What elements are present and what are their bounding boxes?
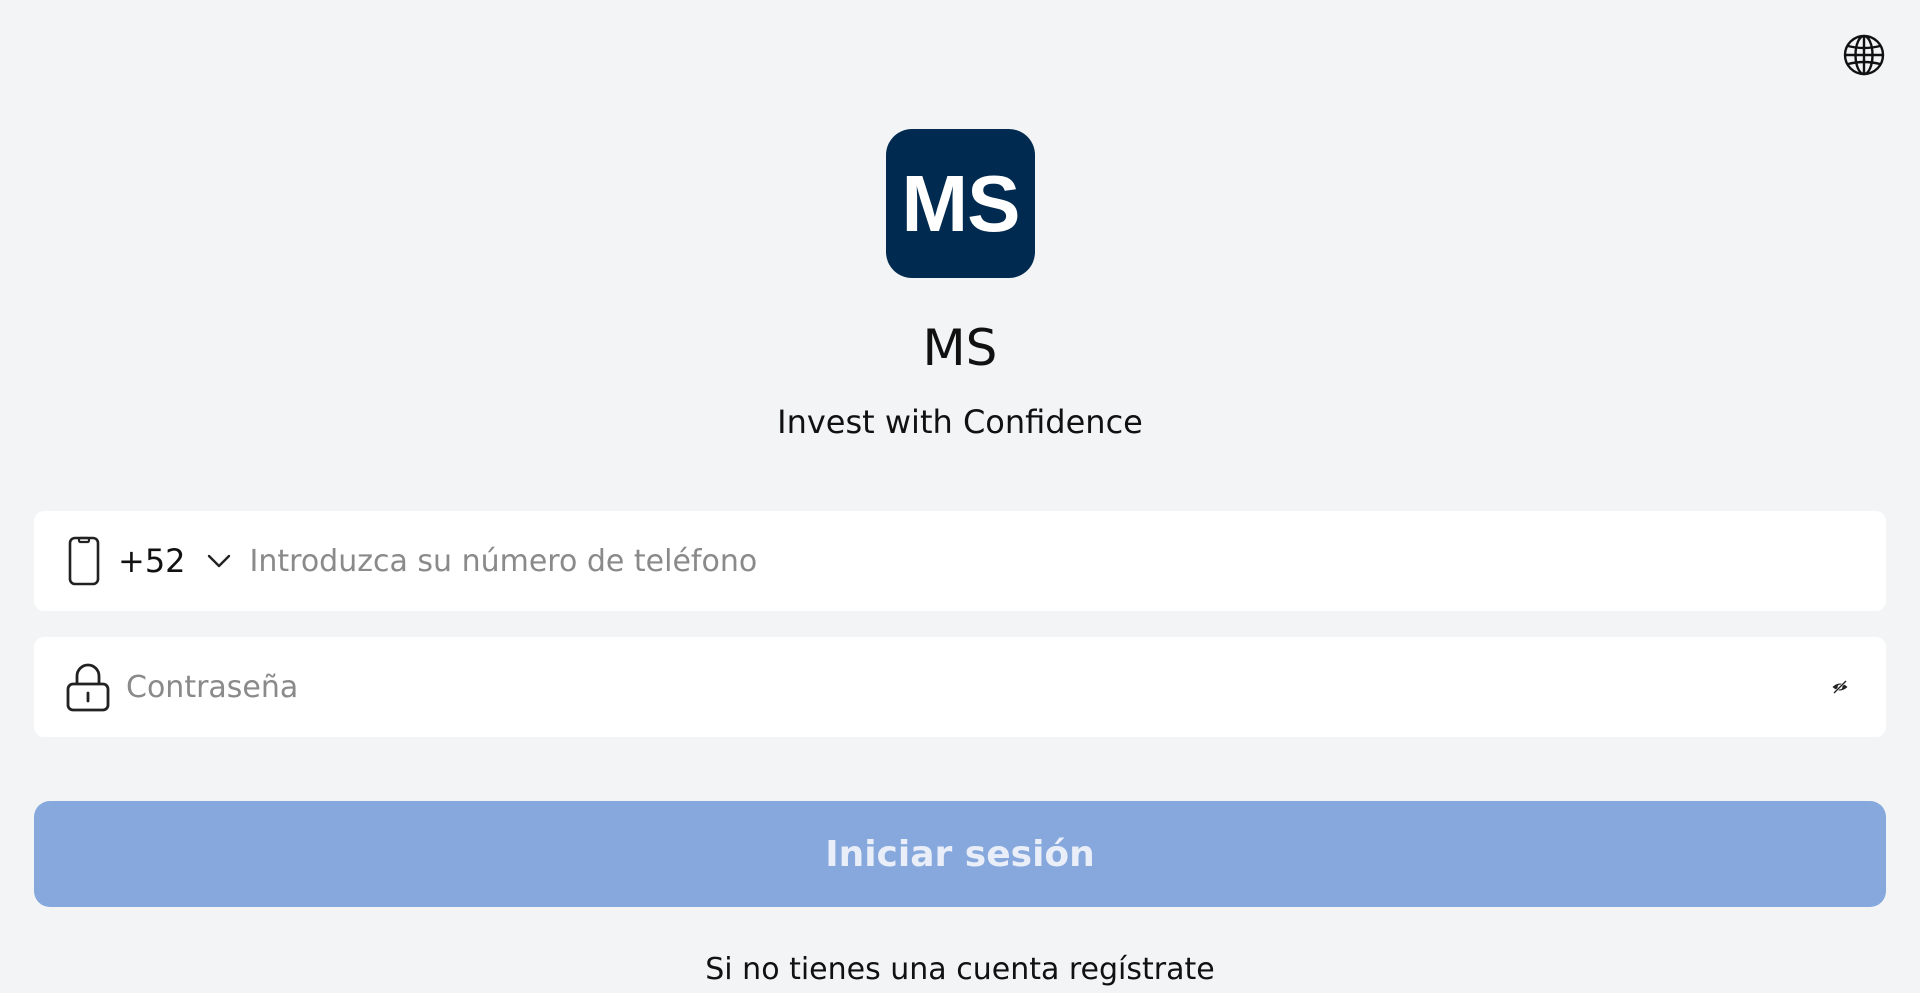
country-code[interactable]: +52: [118, 545, 186, 577]
smartphone-icon: [64, 534, 104, 588]
eye-off-icon[interactable]: [1820, 667, 1860, 707]
phone-input[interactable]: [249, 511, 1886, 611]
app-name: MS: [922, 319, 998, 377]
register-link[interactable]: Si no tienes una cuenta regístrate: [0, 950, 1920, 990]
lock-icon: [64, 660, 112, 714]
password-input[interactable]: [126, 637, 1820, 737]
logo-text: MS: [901, 158, 1021, 248]
login-page: MS MS Invest with Confidence +52 Introdu…: [0, 0, 1920, 993]
phone-field: +52: [34, 511, 1886, 611]
globe-icon: [1843, 34, 1885, 76]
password-field: [34, 637, 1886, 737]
language-button[interactable]: [1842, 33, 1886, 77]
app-tagline: Invest with Confidence: [777, 403, 1143, 441]
login-button[interactable]: Iniciar sesión: [34, 801, 1886, 907]
chevron-down-icon[interactable]: [204, 546, 234, 576]
app-logo: MS: [886, 129, 1035, 278]
